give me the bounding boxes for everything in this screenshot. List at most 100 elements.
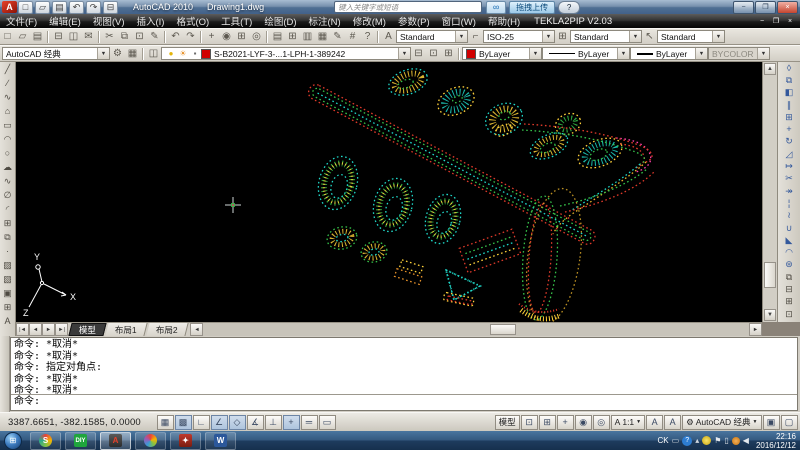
undo-icon[interactable]: ↶	[168, 30, 183, 44]
tray-help-icon[interactable]: ?	[682, 436, 692, 446]
action-center-flag-icon[interactable]: ⚑	[714, 437, 721, 445]
trim-icon[interactable]: ✂	[781, 173, 797, 185]
mdi-minimize-button[interactable]: −	[755, 16, 769, 27]
linetype-select[interactable]: ByLayer ▼	[542, 47, 630, 60]
polyline-icon[interactable]: ∿	[1, 90, 15, 104]
workspace-save-icon[interactable]: ▦	[125, 47, 140, 61]
menu-parametric[interactable]: 参数(P)	[392, 14, 436, 28]
taskbar-app-360safe[interactable]: S	[30, 432, 61, 450]
taskbar-app-pinwheel[interactable]	[135, 432, 166, 450]
workspace-select[interactable]: AutoCAD 经典 ▼	[2, 47, 110, 60]
menu-view[interactable]: 视图(V)	[87, 14, 131, 28]
menu-window[interactable]: 窗口(W)	[436, 14, 482, 28]
clean-screen-icon[interactable]: ▢	[781, 415, 798, 430]
dropdown-arrow-icon[interactable]: ▼	[629, 31, 641, 42]
volume-icon[interactable]: ◀	[743, 437, 749, 445]
taskbar-clock[interactable]: 22:16 2016/12/12	[752, 432, 796, 450]
explode-icon[interactable]: ⊛	[781, 259, 797, 271]
make-block-icon[interactable]: ⧉	[1, 230, 15, 244]
mtext-icon[interactable]: A	[1, 314, 15, 328]
vertical-scrollbar[interactable]: ▲ ▼	[762, 62, 777, 322]
keyboard-icon[interactable]: ▭	[672, 437, 680, 445]
scroll-right-icon[interactable]: ►	[749, 323, 762, 336]
taskbar-app-diy[interactable]: DIY	[65, 432, 96, 450]
plot-icon[interactable]: ⊟	[51, 30, 66, 44]
save-icon[interactable]: ▤	[30, 30, 45, 44]
insert-block-icon[interactable]: ⊞	[1, 216, 15, 230]
snap-toggle[interactable]: ▦	[157, 415, 174, 430]
point-icon[interactable]: ·	[1, 244, 15, 258]
workspace-settings-icon[interactable]: ⚙	[110, 47, 125, 61]
restore-button[interactable]: ❐	[755, 1, 776, 14]
mdi-restore-button[interactable]: ❐	[769, 16, 783, 27]
draworder-back-icon[interactable]: ⊟	[781, 283, 797, 295]
osnap-toggle[interactable]: ◇	[229, 415, 246, 430]
lwt-toggle[interactable]: ═	[301, 415, 318, 430]
construction-line-icon[interactable]: ∕	[1, 76, 15, 90]
menu-tools[interactable]: 工具(T)	[215, 14, 258, 28]
rectangle-icon[interactable]: ▭	[1, 118, 15, 132]
copy-icon[interactable]: ⧉	[117, 30, 132, 44]
zoom-realtime-icon[interactable]: ◉	[219, 30, 234, 44]
tab-first-icon[interactable]: |◄	[16, 323, 29, 336]
dropdown-arrow-icon[interactable]: ▼	[97, 48, 109, 59]
mirror-icon[interactable]: ◧	[781, 87, 797, 99]
model-space-button[interactable]: 模型	[495, 415, 520, 430]
zoom-window-icon[interactable]: ⊞	[234, 30, 249, 44]
scroll-down-icon[interactable]: ▼	[764, 309, 776, 321]
tray-update-icon[interactable]	[732, 437, 740, 445]
gradient-icon[interactable]: ▧	[1, 272, 15, 286]
quick-view-drawings-icon[interactable]: ⊞	[539, 415, 556, 430]
dropdown-arrow-icon[interactable]: ▼	[542, 31, 554, 42]
taskbar-app-word[interactable]: W	[205, 432, 236, 450]
communication-center-icon[interactable]: ∞	[486, 1, 506, 14]
drag-upload-button[interactable]: 拖拽上传	[509, 1, 555, 14]
polar-toggle[interactable]: ∠	[211, 415, 228, 430]
layer-states-icon[interactable]: ⊡	[426, 47, 441, 61]
close-button[interactable]: ×	[777, 1, 798, 14]
match-properties-icon[interactable]: ✎	[147, 30, 162, 44]
help-button[interactable]: ?	[558, 1, 580, 14]
dim-style-icon[interactable]: ⌐	[468, 30, 483, 44]
region-icon[interactable]: ▣	[1, 286, 15, 300]
layer-lock-icon[interactable]: ▪	[189, 50, 201, 58]
redo-icon[interactable]: ↷	[183, 30, 198, 44]
menu-insert[interactable]: 插入(I)	[130, 14, 170, 28]
text-style-select[interactable]: Standard ▼	[396, 30, 468, 43]
erase-icon[interactable]: ◊	[781, 62, 797, 74]
polygon-icon[interactable]: ⌂	[1, 104, 15, 118]
tool-palettes-icon[interactable]: ▥	[300, 30, 315, 44]
pan-tool-icon[interactable]: +	[557, 415, 574, 430]
fillet-icon[interactable]: ◠	[781, 246, 797, 258]
toolbar-lock-icon[interactable]: ▣	[763, 415, 780, 430]
menu-draw[interactable]: 绘图(D)	[258, 14, 302, 28]
dropdown-arrow-icon[interactable]: ▼	[398, 48, 410, 59]
grid-toggle[interactable]: ▩	[175, 415, 192, 430]
annotation-visibility-icon[interactable]: A	[646, 415, 663, 430]
open-file-icon[interactable]: ▱	[35, 1, 50, 14]
quick-view-layouts-icon[interactable]: ⊡	[521, 415, 538, 430]
copy-object-icon[interactable]: ⧉	[781, 74, 797, 86]
properties-icon[interactable]: ▤	[270, 30, 285, 44]
tab-model[interactable]: 模型	[68, 323, 106, 336]
command-text-area[interactable]: 命令: *取消* 命令: *取消* 命令: 指定对角点: 命令: *取消* 命令…	[10, 337, 798, 411]
spline-icon[interactable]: ∿	[1, 174, 15, 188]
dyn-toggle[interactable]: +	[283, 415, 300, 430]
move-icon[interactable]: +	[781, 123, 797, 135]
battery-icon[interactable]: ▯	[724, 437, 728, 445]
paste-icon[interactable]: ⊡	[132, 30, 147, 44]
text-style-icon[interactable]: A	[381, 30, 396, 44]
tab-next-icon[interactable]: ►	[42, 323, 55, 336]
start-button[interactable]: ⊞	[4, 432, 22, 450]
layer-properties-icon[interactable]: ◫	[146, 47, 161, 61]
join-icon[interactable]: ∪	[781, 222, 797, 234]
undo-icon[interactable]: ↶	[69, 1, 84, 14]
draworder-above-icon[interactable]: ⊞	[781, 296, 797, 308]
scroll-left-icon[interactable]: ◄	[190, 323, 203, 336]
menu-modify[interactable]: 修改(M)	[347, 14, 392, 28]
scale-icon[interactable]: ◿	[781, 148, 797, 160]
mleader-style-select[interactable]: Standard ▼	[657, 30, 725, 43]
taskbar-app-autocad[interactable]: A	[100, 432, 131, 450]
table-style-icon[interactable]: ⊞	[555, 30, 570, 44]
plot-icon[interactable]: ⊟	[103, 1, 118, 14]
